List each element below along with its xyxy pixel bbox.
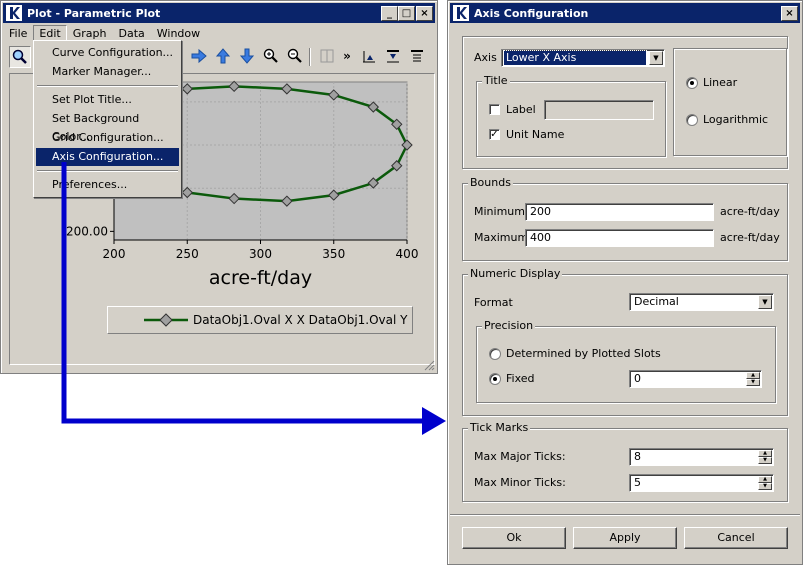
minimize-icon[interactable]: _ xyxy=(381,6,398,21)
align-down-icon[interactable] xyxy=(383,46,403,66)
button-separator xyxy=(450,514,800,516)
close-icon[interactable]: × xyxy=(416,6,433,21)
maximum-label: Maximum xyxy=(474,231,529,244)
align-top-icon[interactable] xyxy=(359,46,379,66)
axis-label: Axis xyxy=(474,51,497,64)
label-checkbox-text: Label xyxy=(506,103,536,116)
max-major-ticks-label: Max Major Ticks: xyxy=(474,450,566,463)
linear-radio[interactable] xyxy=(686,77,698,89)
max-major-ticks-value: 8 xyxy=(634,450,641,463)
menu-file[interactable]: File xyxy=(3,25,33,42)
max-minor-ticks-label: Max Minor Ticks: xyxy=(474,476,566,489)
align-list-icon[interactable] xyxy=(407,46,427,66)
edit-menu: Curve Configuration... Marker Manager...… xyxy=(33,40,182,198)
arrow-up-icon[interactable] xyxy=(213,46,233,66)
zoom-select-icon[interactable] xyxy=(9,46,31,68)
legend-series-label: DataObj1.Oval X X DataObj1.Oval Y xyxy=(193,313,408,327)
apply-button[interactable]: Apply xyxy=(573,527,677,549)
zoom-out-icon[interactable] xyxy=(285,46,305,66)
menu-item-marker-manager[interactable]: Marker Manager... xyxy=(36,63,179,81)
maximum-units: acre-ft/day xyxy=(720,231,780,244)
close-icon[interactable]: × xyxy=(781,6,798,21)
title-group-label: Title xyxy=(482,74,510,87)
x-tick-label: 300 xyxy=(249,247,272,261)
chevron-down-icon[interactable]: ▼ xyxy=(649,51,663,65)
max-minor-ticks-spinner[interactable]: 5 ▲ ▼ xyxy=(629,474,774,492)
axis-dialog-title: Axis Configuration xyxy=(474,6,589,20)
plotted-slots-radio[interactable] xyxy=(489,348,501,360)
max-minor-ticks-value: 5 xyxy=(634,476,641,489)
menu-item-set-background-color[interactable]: Set Background Color... xyxy=(36,110,179,143)
y-tick-label: 200.00 xyxy=(66,224,108,238)
toolbar-overflow-icon[interactable]: » xyxy=(337,46,357,66)
arrow-down-icon[interactable] xyxy=(237,46,257,66)
axis-select[interactable]: Lower X Axis ▼ xyxy=(501,49,665,67)
menu-item-curve-configuration[interactable]: Curve Configuration... xyxy=(36,44,179,62)
numeric-display-group-label: Numeric Display xyxy=(468,267,563,280)
axis-select-value: Lower X Axis xyxy=(503,50,647,66)
label-text-field[interactable] xyxy=(544,100,654,120)
x-tick-label: 200 xyxy=(103,247,126,261)
app-icon xyxy=(452,4,470,22)
precision-group xyxy=(476,326,776,403)
minimum-label: Minimum xyxy=(474,205,525,218)
spinner-arrows-icon[interactable]: ▲ ▼ xyxy=(746,372,760,386)
resize-grip-icon[interactable] xyxy=(423,359,435,371)
x-tick-label: 250 xyxy=(176,247,199,261)
linear-radio-label: Linear xyxy=(703,76,738,89)
bounds-group-label: Bounds xyxy=(468,176,513,189)
fixed-radio[interactable] xyxy=(489,373,501,385)
logarithmic-radio-label: Logarithmic xyxy=(703,113,769,126)
format-select-value: Decimal xyxy=(634,295,679,308)
app-icon xyxy=(5,4,23,22)
x-axis-title: acre-ft/day xyxy=(209,267,312,289)
logarithmic-radio[interactable] xyxy=(686,114,698,126)
plotted-slots-radio-label: Determined by Plotted Slots xyxy=(506,347,661,360)
unit-name-checkbox-text: Unit Name xyxy=(506,128,565,141)
scale-group xyxy=(673,48,787,156)
maximize-icon[interactable]: □ xyxy=(398,6,415,21)
fixed-precision-spinner[interactable]: 0 ▲ ▼ xyxy=(629,370,762,388)
unit-name-checkbox[interactable]: ✓ xyxy=(489,129,500,140)
label-checkbox[interactable] xyxy=(489,104,500,115)
menu-item-grid-configuration[interactable]: Grid Configuration... xyxy=(36,129,179,147)
legend-line-icon xyxy=(144,313,188,327)
x-tick-label: 350 xyxy=(322,247,345,261)
plot-window-title: Plot - Parametric Plot xyxy=(27,6,161,20)
fixed-radio-label: Fixed xyxy=(506,372,535,385)
menu-separator xyxy=(37,170,178,172)
toolbar-separator xyxy=(309,48,311,66)
menu-item-axis-configuration[interactable]: Axis Configuration... xyxy=(36,148,179,166)
axis-dialog-titlebar[interactable]: Axis Configuration × xyxy=(450,3,800,23)
maximum-field[interactable]: 400 xyxy=(525,229,714,247)
tick-marks-group-label: Tick Marks xyxy=(468,421,531,434)
precision-group-label: Precision xyxy=(482,319,536,332)
menu-separator xyxy=(37,85,178,87)
ok-button[interactable]: Ok xyxy=(462,527,566,549)
menu-item-preferences[interactable]: Preferences... xyxy=(36,176,179,194)
fixed-precision-value: 0 xyxy=(634,372,641,385)
format-label: Format xyxy=(474,296,513,309)
format-select[interactable]: Decimal ▼ xyxy=(629,293,774,311)
minimum-units: acre-ft/day xyxy=(720,205,780,218)
max-major-ticks-spinner[interactable]: 8 ▲ ▼ xyxy=(629,448,774,466)
zoom-in-icon[interactable] xyxy=(261,46,281,66)
plot-window-titlebar[interactable]: Plot - Parametric Plot _ □ × xyxy=(3,3,435,23)
bounds-group xyxy=(462,183,788,261)
chevron-down-icon[interactable]: ▼ xyxy=(758,295,772,309)
minimum-field[interactable]: 200 xyxy=(525,203,714,221)
x-tick-label: 400 xyxy=(396,247,419,261)
cancel-button[interactable]: Cancel xyxy=(684,527,788,549)
spinner-arrows-icon[interactable]: ▲ ▼ xyxy=(758,450,772,464)
spinner-arrows-icon[interactable]: ▲ ▼ xyxy=(758,476,772,490)
split-panel-icon[interactable] xyxy=(317,46,337,66)
chart-legend: DataObj1.Oval X X DataObj1.Oval Y xyxy=(107,306,413,334)
menu-item-set-plot-title[interactable]: Set Plot Title... xyxy=(36,91,179,109)
arrow-right-icon[interactable] xyxy=(189,46,209,66)
axis-config-dialog: Axis Configuration × Axis Lower X Axis ▼… xyxy=(447,0,803,565)
